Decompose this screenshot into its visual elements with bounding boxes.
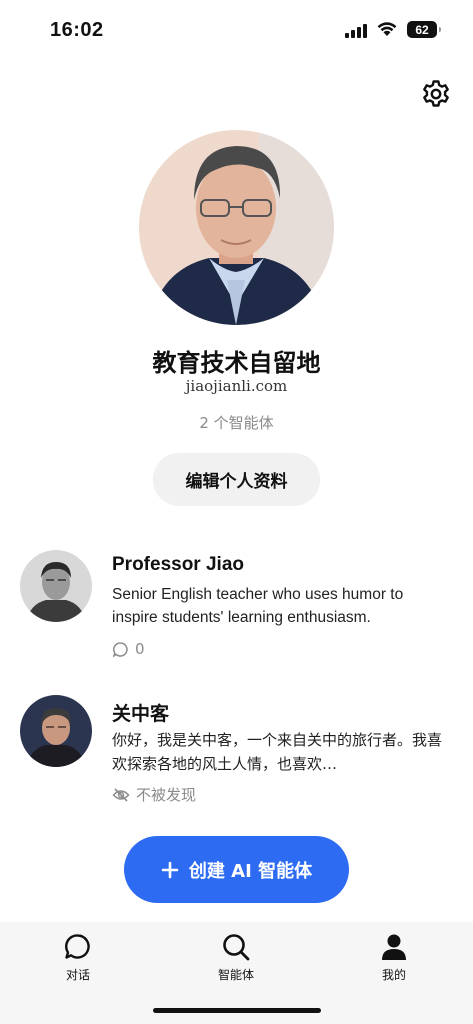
profile-name: 教育技术自留地: [152, 349, 321, 377]
agent-avatar: [20, 550, 92, 622]
agent-stats: 0: [112, 640, 145, 658]
cellular-signal-icon: [345, 24, 367, 38]
chat-bubble-icon: [65, 934, 90, 959]
agent-count[interactable]: 2 个智能体: [0, 412, 473, 433]
agent-title: 关中客: [112, 704, 170, 725]
profile-domain: jiaojianli.com: [185, 377, 288, 395]
search-icon: [223, 934, 250, 961]
settings-gear-icon[interactable]: [420, 78, 452, 110]
tab-label: 我的: [381, 968, 406, 982]
tab-bar: 对话 智能体 我的: [0, 922, 473, 1024]
tab-agents[interactable]: 智能体: [191, 932, 281, 983]
battery-icon: 62: [407, 21, 441, 38]
agent-title: Professor Jiao: [112, 554, 244, 575]
agent-list-item[interactable]: 关中客 你好，我是关中客，一个来自关中的旅行者。我喜欢探索各地的风土人情，也喜欢…: [0, 693, 473, 808]
agent-visibility: 不被发现: [112, 784, 196, 805]
battery-level: 62: [415, 22, 429, 37]
agent-description: Senior English teacher who uses humor to…: [112, 586, 404, 626]
wifi-icon: [377, 22, 397, 36]
home-indicator: [153, 1008, 321, 1013]
tab-label: 智能体: [217, 968, 254, 982]
status-bar: 16:02 62: [0, 0, 473, 62]
profile-avatar[interactable]: [139, 130, 334, 325]
status-time: 16:02: [50, 19, 104, 41]
agent-avatar: [20, 695, 92, 767]
agent-chat-count: 0: [135, 640, 145, 658]
tab-me[interactable]: 我的: [349, 932, 439, 983]
plus-icon: [161, 861, 179, 878]
create-agent-button[interactable]: 创建 AI 智能体: [124, 836, 349, 903]
tab-chats[interactable]: 对话: [33, 932, 123, 983]
chat-bubble-icon: [112, 641, 128, 657]
tab-label: 对话: [65, 968, 90, 982]
create-agent-label: 创建 AI 智能体: [188, 860, 313, 882]
edit-profile-button[interactable]: 编辑个人资料: [153, 453, 320, 506]
agent-visibility-text: 不被发现: [136, 786, 197, 804]
eye-off-icon: [112, 787, 130, 802]
agent-description: 你好，我是关中客，一个来自关中的旅行者。我喜欢探索各地的风土人情，也喜欢…: [112, 731, 443, 773]
person-icon: [382, 934, 406, 960]
agent-list-item[interactable]: Professor Jiao Senior English teacher wh…: [0, 548, 473, 663]
